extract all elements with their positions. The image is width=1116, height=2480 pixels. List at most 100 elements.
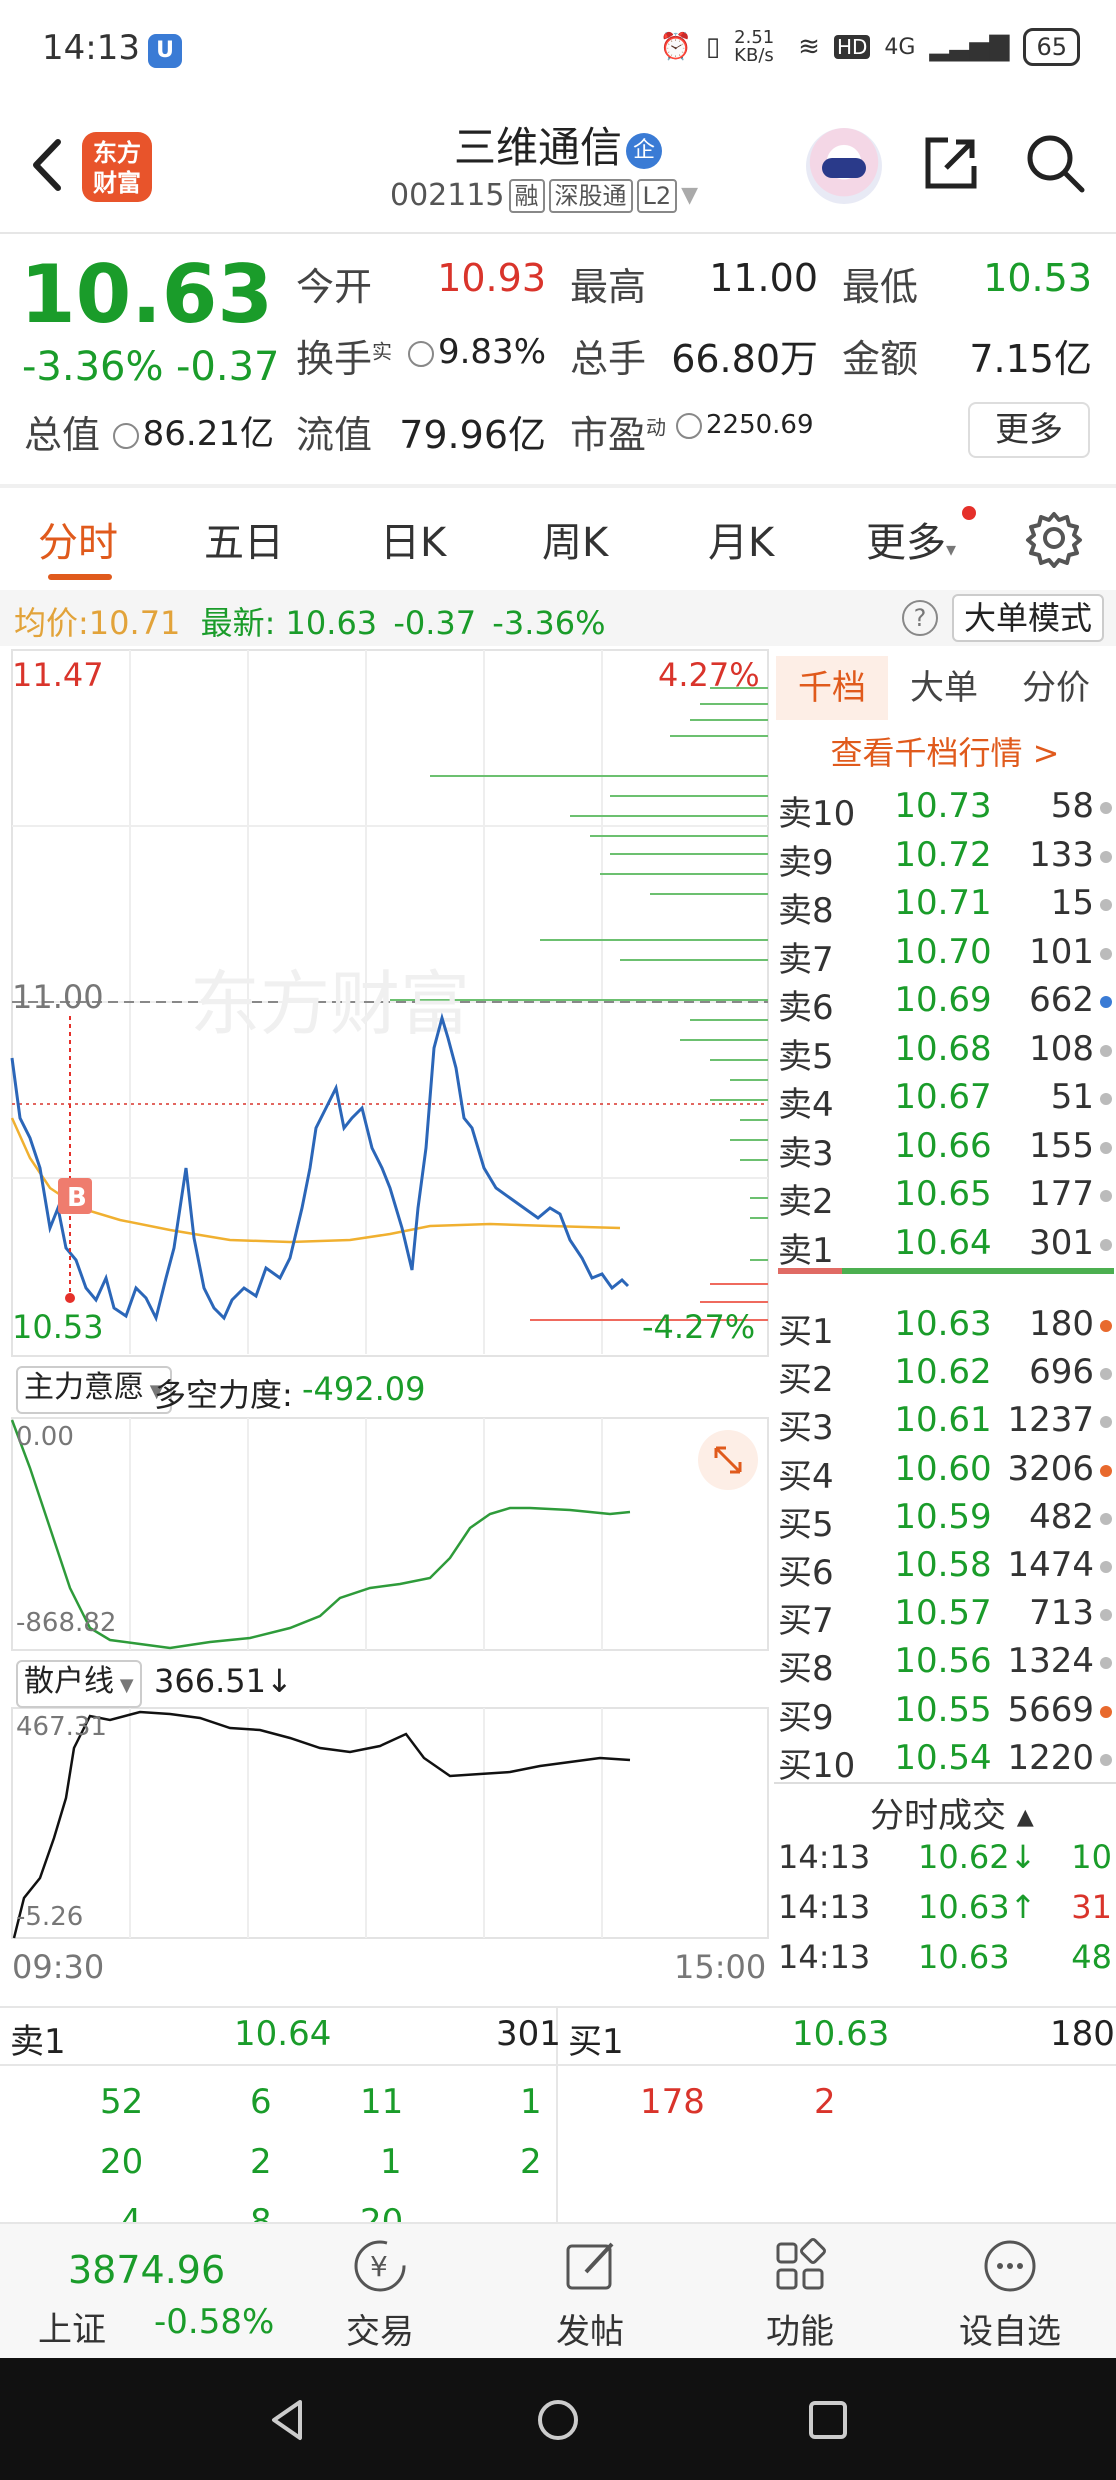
help-icon[interactable]: ? <box>902 600 938 636</box>
intraday-chart[interactable]: 东方财富 B 11.47 4.27% 11.00 10.53 -4.27% 主力… <box>10 648 770 2008</box>
tag-level2: L2 <box>636 178 678 213</box>
bid-row[interactable]: 买7 10.57 713 <box>778 1591 1114 1642</box>
bid-row[interactable]: 买8 10.56 1324 <box>778 1639 1114 1689</box>
more-button[interactable]: 更多 <box>968 402 1090 458</box>
big-order-mode-button[interactable]: 大单模式 <box>952 594 1104 642</box>
gear-icon[interactable] <box>1024 508 1084 568</box>
trade-row: 14:13 10.62↓ 10 <box>778 1836 1114 1886</box>
active-tab-indicator <box>48 574 112 580</box>
retail-selector[interactable]: 散户线 ▼ <box>16 1660 142 1708</box>
tab-more[interactable]: 更多▾ <box>866 510 956 568</box>
assistant-robot-icon[interactable] <box>806 128 882 204</box>
level-dot-icon <box>1100 1609 1112 1622</box>
main-intent-selector[interactable]: 主力意愿 ▼ <box>16 1366 172 1414</box>
level-label: 买4 <box>778 1456 834 1497</box>
status-time: 14:13 <box>42 28 140 68</box>
watermark: 东方财富 <box>190 963 470 1045</box>
tab-daily-k[interactable]: 日K <box>380 510 446 568</box>
trade-volume: 31 <box>1071 1888 1112 1926</box>
price-line <box>10 1012 630 1323</box>
add-watchlist-button[interactable]: 设自选 <box>940 2234 1080 2353</box>
level-label: 买7 <box>778 1601 834 1642</box>
tab-intraday[interactable]: 分时 <box>38 510 118 568</box>
main-intent-top: 0.00 <box>16 1422 74 1452</box>
price-summary: 10.63 -3.36% -0.37 今开 10.93 最高 11.00 最低 … <box>0 232 1116 482</box>
bid-row[interactable]: 买2 10.62 696 <box>778 1350 1114 1401</box>
stock-header: 东方 财富 三维通信企 002115 融 深股通 L2 ▼ <box>0 100 1116 232</box>
level-dot-icon <box>1100 1705 1112 1718</box>
chart-tabs: 分时 五日 日K 周K 月K 更多▾ <box>0 488 1116 588</box>
pe-label: 市盈动 <box>570 413 667 457</box>
dropdown-icon[interactable]: ▼ <box>681 183 698 208</box>
level-price: 10.58 <box>894 1545 992 1585</box>
post-button[interactable]: 发帖 <box>520 2234 660 2353</box>
level-price: 10.62 <box>894 1352 992 1393</box>
info-icon[interactable] <box>676 412 702 439</box>
bid-row[interactable]: 买1 10.63 180 <box>778 1302 1114 1352</box>
nav-back-icon[interactable] <box>266 2398 310 2442</box>
search-icon[interactable] <box>1022 130 1088 196</box>
add-watchlist-label: 设自选 <box>959 2312 1061 2352</box>
bid-depth-cell: 2 <box>814 2082 836 2122</box>
tab-weekly-k[interactable]: 周K <box>542 510 608 568</box>
status-bar: 14:13 U ⏰ ▯ 2.51 KB/s ≋ HD 4G ▂▃▅▇ 65 <box>0 0 1116 100</box>
vibrate-icon: ▯ <box>705 32 721 62</box>
trade-time: 14:13 <box>778 1888 871 1926</box>
level-dot-icon <box>1100 1561 1112 1573</box>
index-value: 3874.96 <box>68 2248 226 2292</box>
chart-top-pct: 4.27% <box>658 656 760 694</box>
index-widget[interactable]: 3874.96 上证 -0.58% <box>20 2232 280 2352</box>
bottom-toolbar: 3874.96 上证 -0.58% ¥ 交易 发帖 功能 设自选 <box>0 2222 1116 2358</box>
bid-row[interactable]: 买3 10.61 1237 <box>778 1398 1114 1448</box>
stock-code-row[interactable]: 002115 融 深股通 L2 ▼ <box>390 178 698 213</box>
bid-row[interactable]: 买9 10.55 5669 <box>778 1688 1114 1738</box>
level-price: 10.57 <box>894 1593 992 1634</box>
chart-top-price: 11.47 <box>12 656 104 694</box>
tag-margin: 融 <box>508 178 545 213</box>
chart-mid-price: 11.00 <box>12 978 104 1016</box>
pe-value: 2250.69 <box>672 410 832 440</box>
level-price: 10.61 <box>894 1400 992 1441</box>
ask-depth-cell: 2 <box>250 2142 272 2182</box>
info-icon[interactable] <box>112 422 139 449</box>
signal-icon: ▂▃▅▇ <box>929 32 1010 62</box>
trade-button[interactable]: ¥ 交易 <box>310 2234 450 2353</box>
nav-recents-icon[interactable] <box>806 2398 850 2442</box>
status-icons: ⏰ ▯ 2.51 KB/s ≋ HD 4G ▂▃▅▇ 65 <box>659 28 1080 66</box>
share-icon[interactable] <box>918 130 984 196</box>
open-label: 今开 <box>296 265 373 309</box>
bid-row[interactable]: 买4 10.60 3206 <box>778 1447 1114 1497</box>
level-volume: 1474 <box>1007 1545 1094 1585</box>
enterprise-badge: 企 <box>626 132 662 169</box>
ask-depth-cell: 11 <box>360 2082 404 2122</box>
stock-name: 三维通信 <box>453 123 622 172</box>
ask-depth-cell: 2 <box>520 2142 542 2182</box>
trade-label: 交易 <box>346 2312 414 2352</box>
bid-row[interactable]: 买5 10.59 482 <box>778 1495 1114 1545</box>
battery-icon: 65 <box>1023 28 1080 66</box>
chart-bottom-price: 10.53 <box>12 1308 104 1346</box>
level-dot-icon <box>1100 1320 1112 1332</box>
mktcap-value: 86.21亿 <box>104 406 274 455</box>
volume-label: 总手 <box>570 337 647 381</box>
level-label: 买2 <box>778 1360 834 1401</box>
ask-depth-cell: 20 <box>100 2142 144 2182</box>
edit-icon <box>566 2242 614 2290</box>
function-label: 功能 <box>766 2312 834 2352</box>
ask-depth-cell: 20 <box>360 2202 404 2222</box>
info-icon[interactable] <box>407 340 434 367</box>
tab-five-day[interactable]: 五日 <box>204 510 284 568</box>
depth-ask-label: 卖1 <box>10 2022 66 2062</box>
low-label: 最低 <box>842 265 919 309</box>
open-value: 10.93 <box>437 256 546 300</box>
post-label: 发帖 <box>556 2312 624 2352</box>
tab-monthly-k[interactable]: 月K <box>708 510 774 568</box>
bid-row[interactable]: 买10 10.54 1220 <box>778 1736 1114 1780</box>
bid-row[interactable]: 买6 10.58 1474 <box>778 1543 1114 1593</box>
retail-value: 366.51↓ <box>154 1662 293 1700</box>
nav-home-icon[interactable] <box>536 2398 580 2442</box>
ask-depth-cell: 52 <box>100 2082 144 2122</box>
trades-title[interactable]: 分时成交 ▴ <box>870 1788 1034 1837</box>
function-button[interactable]: 功能 <box>730 2234 870 2353</box>
trade-volume: 10 <box>1071 1838 1112 1876</box>
